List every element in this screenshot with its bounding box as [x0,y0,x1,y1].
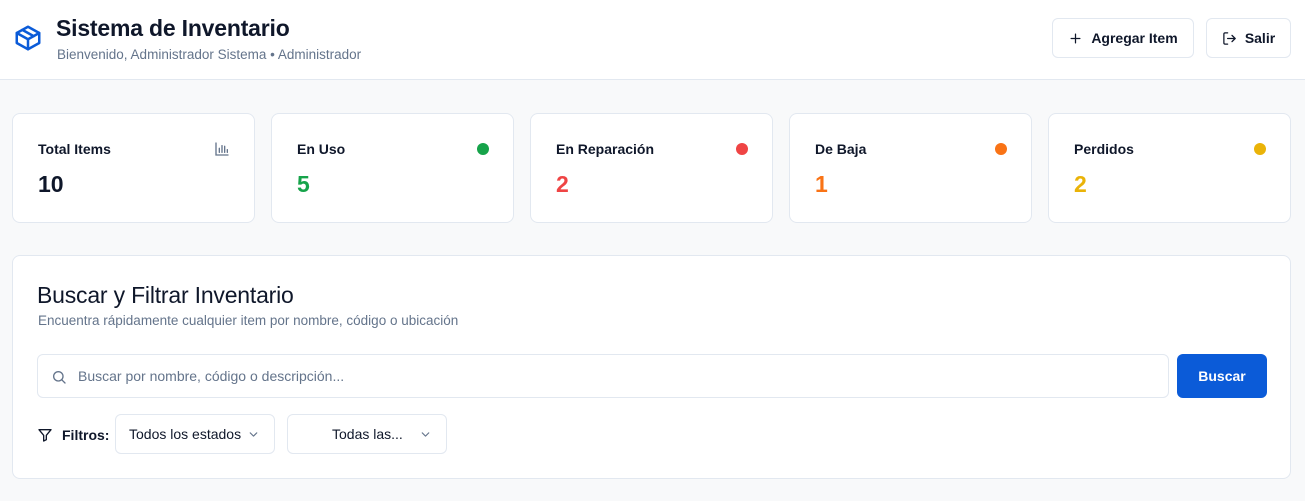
chevron-down-icon [421,432,430,437]
status-filter-select[interactable]: Todos los estados [115,414,275,454]
plus-icon [1070,33,1081,43]
search-panel-description: Encuentra rápidamente cualquier item por… [38,313,459,328]
stat-value: 10 [38,171,64,197]
status-dot [995,143,1007,155]
filter-icon [38,429,52,442]
stat-label: En Reparación [556,141,655,157]
filters-label: Filtros: [62,427,110,443]
logout-icon [1223,31,1236,45]
stat-value: 1 [815,171,828,197]
stat-label: Perdidos [1074,141,1134,157]
status-filter-value: Todos los estados [129,426,242,442]
category-filter-select[interactable]: Todas las... [287,414,447,454]
stat-card-total: Total Items 10 [12,113,255,223]
stat-card-repair: En Reparación 2 [530,113,773,223]
add-item-label: Agregar Item [1091,30,1178,46]
search-input[interactable] [78,356,1158,396]
stat-label: Total Items [38,141,111,157]
search-panel-title: Buscar y Filtrar Inventario [37,282,294,308]
search-filter-panel: Buscar y Filtrar Inventario Encuentra rá… [12,255,1291,479]
stat-value: 2 [1074,171,1087,197]
app-title: Sistema de Inventario [56,15,290,41]
add-item-button[interactable]: Agregar Item [1052,18,1194,58]
app-header: Sistema de Inventario Bienvenido, Admini… [0,0,1305,80]
stat-label: En Uso [297,141,346,157]
stat-card-retired: De Baja 1 [789,113,1032,223]
status-dot [1254,143,1266,155]
search-icon [53,371,66,384]
search-box [37,354,1169,398]
category-filter-value: Todas las... [332,426,403,442]
logout-label: Salir [1244,30,1276,46]
stat-label: De Baja [815,141,867,157]
logout-button[interactable]: Salir [1206,18,1291,58]
bar-chart-icon [215,142,229,156]
status-dot [477,143,489,155]
chevron-down-icon [249,432,258,437]
welcome-subtitle: Bienvenido, Administrador Sistema • Admi… [57,47,362,62]
stat-value: 2 [556,171,569,197]
search-button[interactable]: Buscar [1177,354,1267,398]
stat-card-in-use: En Uso 5 [271,113,514,223]
stat-value: 5 [297,171,310,197]
status-dot [736,143,748,155]
package-icon [15,25,41,51]
stat-card-lost: Perdidos 2 [1048,113,1291,223]
